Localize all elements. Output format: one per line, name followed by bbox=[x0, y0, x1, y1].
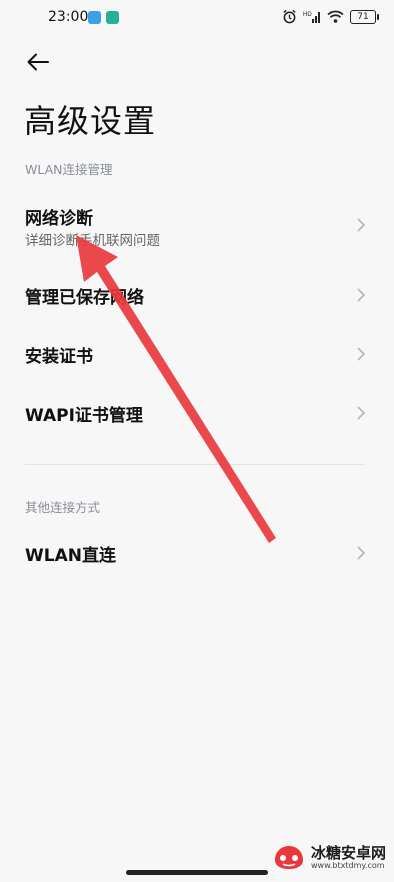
list-item-title: WLAN直连 bbox=[25, 546, 116, 566]
chevron-right-icon bbox=[357, 347, 366, 361]
back-arrow-icon[interactable] bbox=[24, 48, 52, 76]
signal-icon: HD bbox=[303, 12, 320, 23]
status-time: 23:00 bbox=[48, 9, 89, 25]
list-item-title: WAPI证书管理 bbox=[25, 406, 143, 426]
app-notification-icon bbox=[106, 11, 119, 24]
list-item-saved-networks[interactable]: 管理已保存网络 bbox=[0, 270, 394, 320]
watermark-name: 冰糖安卓网 bbox=[310, 843, 386, 862]
section-label-wlan-management: WLAN连接管理 bbox=[25, 162, 113, 177]
section-label-other-connections: 其他连接方式 bbox=[25, 500, 101, 515]
watermark: 冰糖安卓网 www.btxtdmy.com bbox=[271, 842, 386, 872]
section-divider bbox=[25, 464, 365, 465]
cloud-app-icon bbox=[88, 11, 101, 24]
watermark-logo-icon bbox=[274, 846, 303, 869]
page-title: 高级设置 bbox=[24, 102, 157, 140]
alarm-icon bbox=[283, 9, 296, 24]
battery-indicator: 71 bbox=[350, 9, 379, 24]
watermark-url: www.btxtdmy.com bbox=[310, 860, 385, 870]
list-item-install-certificate[interactable]: 安装证书 bbox=[0, 329, 394, 379]
status-bar: 23:00 HD 71 bbox=[0, 0, 394, 36]
svg-text:HD: HD bbox=[303, 12, 312, 18]
list-item-wapi-certificate[interactable]: WAPI证书管理 bbox=[0, 388, 394, 438]
chevron-right-icon bbox=[357, 406, 366, 420]
list-item-title: 安装证书 bbox=[25, 347, 93, 367]
list-item-subtitle: 详细诊断手机联网问题 bbox=[25, 233, 160, 249]
chevron-right-icon bbox=[357, 546, 366, 560]
wifi-icon bbox=[327, 10, 344, 23]
chevron-right-icon bbox=[357, 288, 366, 302]
chevron-right-icon bbox=[357, 218, 366, 232]
home-indicator[interactable] bbox=[126, 870, 268, 875]
list-item-title: 管理已保存网络 bbox=[25, 288, 144, 308]
list-item-wlan-direct[interactable]: WLAN直连 bbox=[0, 528, 394, 578]
list-item-network-diagnosis[interactable]: 网络诊断 详细诊断手机联网问题 bbox=[0, 195, 394, 255]
list-item-title: 网络诊断 bbox=[25, 209, 93, 229]
